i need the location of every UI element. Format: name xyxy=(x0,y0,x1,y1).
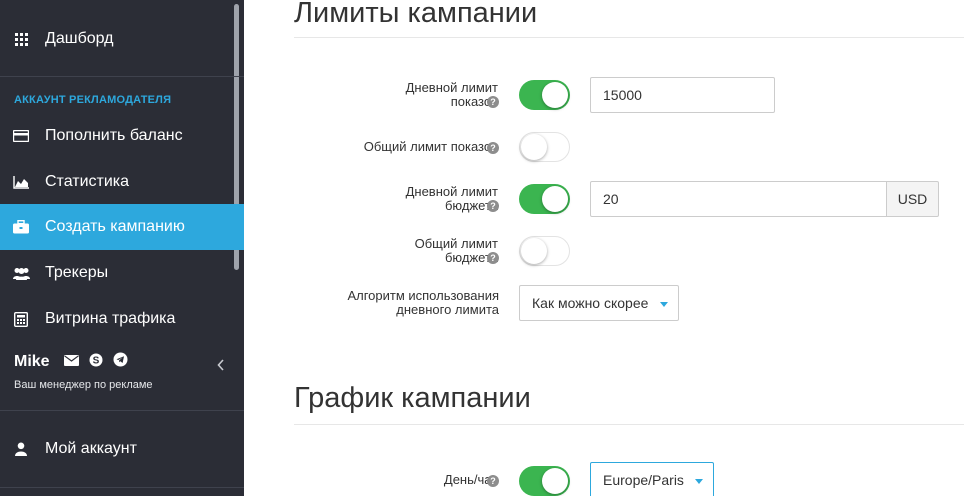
daily-impressions-toggle[interactable] xyxy=(519,80,570,110)
algorithm-select-value: Как можно скорее xyxy=(532,295,649,311)
sidebar-item-trackers[interactable]: Трекеры xyxy=(0,250,244,296)
section-title-schedule: График кампании xyxy=(294,382,531,414)
telegram-icon[interactable] xyxy=(113,352,128,372)
caret-down-icon xyxy=(695,479,703,484)
daily-budget-toggle[interactable] xyxy=(519,184,570,214)
sidebar-divider xyxy=(0,487,244,488)
sidebar-item-label: Трекеры xyxy=(45,264,109,281)
label-line: бюджета xyxy=(444,198,498,213)
sidebar-item-dashboard[interactable]: Дашборд xyxy=(0,16,244,62)
caret-down-icon xyxy=(660,302,668,307)
sidebar-item-traffic-showcase[interactable]: Витрина трафика xyxy=(0,296,244,342)
section-title-limits: Лимиты кампании xyxy=(294,0,538,29)
sidebar-item-top-up[interactable]: Пополнить баланс xyxy=(0,113,244,159)
sidebar-item-label: Статистика xyxy=(45,173,130,190)
sidebar-item-label: Мой аккаунт xyxy=(45,440,137,457)
sidebar-section-title: АККАУНТ РЕКЛАМОДАТЕЛЯ xyxy=(14,94,172,106)
toggle-knob xyxy=(542,82,568,108)
label-line: дневного лимита xyxy=(396,302,499,317)
timezone-select[interactable]: Europe/Paris xyxy=(590,462,714,496)
label-line: Дневной лимит xyxy=(405,184,498,199)
user-icon xyxy=(12,440,30,458)
manager-subtitle: Ваш менеджер по рекламе xyxy=(14,379,153,391)
daily-budget-label: Дневной лимит бюджета xyxy=(406,185,498,213)
help-icon[interactable]: ? xyxy=(487,252,499,264)
section-divider xyxy=(294,37,964,38)
label-line: Алгоритм использования xyxy=(347,288,499,303)
label-line: Дневной лимит xyxy=(405,80,498,95)
algorithm-label: Алгоритм использования дневного лимита xyxy=(347,289,499,317)
help-icon[interactable]: ? xyxy=(487,142,499,154)
total-budget-toggle[interactable] xyxy=(519,236,570,266)
algorithm-select[interactable]: Как можно скорее xyxy=(519,285,679,321)
credit-card-icon xyxy=(12,127,30,145)
grid-icon xyxy=(12,30,30,48)
sidebar-item-label: Создать кампанию xyxy=(45,218,185,235)
sidebar-divider xyxy=(0,410,244,411)
timezone-select-value: Europe/Paris xyxy=(603,472,684,488)
skype-icon[interactable]: S xyxy=(89,353,103,372)
total-impressions-label: Общий лимит показов xyxy=(363,139,498,154)
toggle-knob xyxy=(521,238,547,264)
currency-addon: USD xyxy=(886,181,939,217)
briefcase-icon xyxy=(12,218,30,236)
daily-impressions-input[interactable]: 15000 xyxy=(590,77,775,113)
sidebar-item-create-campaign[interactable]: Создать кампанию xyxy=(0,204,244,250)
dayhour-toggle[interactable] xyxy=(519,466,570,496)
sidebar-item-label: Дашборд xyxy=(45,30,114,47)
sidebar-item-label: Витрина трафика xyxy=(45,310,176,327)
manager-block: Mike S Ваш менеджер по рекламе xyxy=(14,352,153,391)
sidebar-divider xyxy=(0,76,244,77)
help-icon[interactable]: ? xyxy=(487,96,499,108)
manager-name: Mike xyxy=(14,353,50,370)
total-impressions-toggle[interactable] xyxy=(519,132,570,162)
toggle-knob xyxy=(521,134,547,160)
sidebar-item-my-account[interactable]: Мой аккаунт xyxy=(0,426,244,472)
toggle-knob xyxy=(542,468,568,494)
sidebar: Дашборд АККАУНТ РЕКЛАМОДАТЕЛЯ Пополнить … xyxy=(0,0,244,496)
sidebar-item-statistics[interactable]: Статистика xyxy=(0,159,244,205)
daily-budget-input[interactable]: 20 xyxy=(590,181,887,217)
area-chart-icon xyxy=(12,173,30,191)
label-line: Общий лимит xyxy=(414,236,498,251)
users-icon xyxy=(12,264,30,282)
section-divider xyxy=(294,424,964,425)
svg-text:S: S xyxy=(93,355,100,366)
main-content: Лимиты кампании Дневной лимит показов ? … xyxy=(244,0,964,496)
daily-impressions-label: Дневной лимит показов xyxy=(406,81,498,109)
chevron-left-icon[interactable] xyxy=(217,358,225,376)
sidebar-item-label: Пополнить баланс xyxy=(45,127,183,144)
total-budget-label: Общий лимит бюджета xyxy=(415,237,498,265)
help-icon[interactable]: ? xyxy=(487,475,499,487)
label-line: показов xyxy=(450,94,498,109)
toggle-knob xyxy=(542,186,568,212)
label-line: бюджета xyxy=(444,250,498,265)
help-icon[interactable]: ? xyxy=(487,200,499,212)
envelope-icon[interactable] xyxy=(64,353,80,371)
calculator-icon xyxy=(12,310,30,328)
